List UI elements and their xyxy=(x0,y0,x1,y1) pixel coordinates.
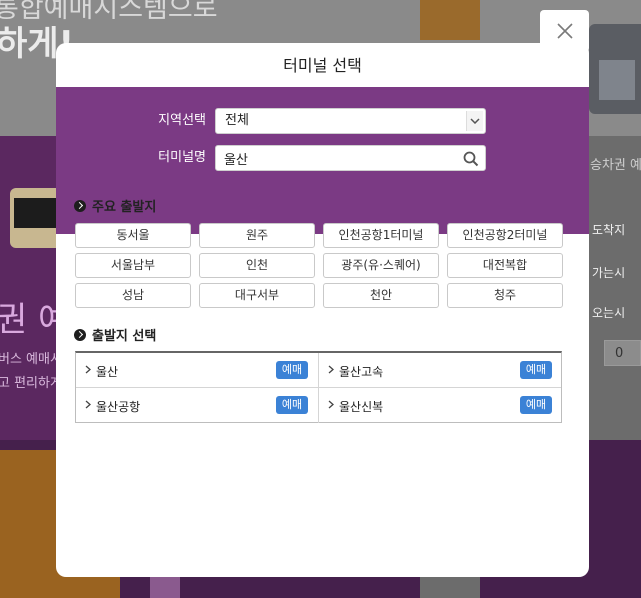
major-departures-title: 주요 출발지 xyxy=(92,200,157,215)
departure-item[interactable]: 울산공항 예매 xyxy=(76,388,319,423)
region-label: 지역선택 xyxy=(158,113,206,128)
background-booking-title: 승차권 예 xyxy=(590,158,641,173)
close-icon xyxy=(557,23,573,39)
chevron-right-icon xyxy=(328,365,334,374)
departure-item[interactable]: 울산신복 예매 xyxy=(319,388,561,423)
major-departure-button[interactable]: 천안 xyxy=(323,283,439,308)
major-departure-button[interactable]: 대구서부 xyxy=(199,283,315,308)
background-bus-image xyxy=(589,24,641,114)
terminal-label: 터미널명 xyxy=(158,150,206,165)
background-logo-block xyxy=(420,0,480,40)
major-departure-button[interactable]: 인천공항2터미널 xyxy=(447,223,563,248)
departure-name: 울산신복 xyxy=(339,400,384,414)
background-hero-title: 통합예매시스템으로 xyxy=(0,0,218,24)
region-select-arrow[interactable] xyxy=(466,111,483,131)
background-booking-count: 0 xyxy=(604,340,641,366)
chevron-right-icon xyxy=(85,365,91,374)
major-departure-button[interactable]: 광주(유·스퀘어) xyxy=(323,253,439,278)
major-departures-heading: 주요 출발지 xyxy=(74,199,156,217)
departure-select-title: 출발지 선택 xyxy=(92,329,157,344)
bullet-arrow-icon xyxy=(74,200,86,212)
chevron-down-icon xyxy=(470,118,480,124)
major-departures-grid: 동서울 원주 인천공항1터미널 인천공항2터미널 서울남부 인천 광주(유·스퀘… xyxy=(75,223,571,308)
background-promo-text2: 고 편리하게 xyxy=(0,376,62,391)
search-icon[interactable] xyxy=(463,151,479,167)
major-departure-button[interactable]: 동서울 xyxy=(75,223,191,248)
reserve-badge[interactable]: 예매 xyxy=(276,361,308,379)
departure-item[interactable]: 울산고속 예매 xyxy=(319,353,561,388)
departure-name: 울산 xyxy=(96,365,119,379)
major-departure-button[interactable]: 대전복합 xyxy=(447,253,563,278)
region-select[interactable]: 전체 xyxy=(215,108,486,134)
terminal-row: 터미널명 xyxy=(56,145,589,171)
background-booking-item: 오는시 xyxy=(592,306,626,320)
terminal-select-modal: 터미널 선택 지역선택 전체 터미널명 울산 주요 출발지 동서울 원주 인천공… xyxy=(56,43,589,577)
major-departure-button[interactable]: 성남 xyxy=(75,283,191,308)
departure-name: 울산고속 xyxy=(339,365,384,379)
departure-select-heading: 출발지 선택 xyxy=(74,328,156,346)
departure-item[interactable]: 울산 예매 xyxy=(76,353,319,388)
major-departure-button[interactable]: 청주 xyxy=(447,283,563,308)
region-select-value: 전체 xyxy=(225,113,249,128)
background-promo-text1: 버스 예매시 xyxy=(0,352,62,367)
region-row: 지역선택 전체 xyxy=(56,108,589,134)
background-booking-item: 도착지 xyxy=(592,223,626,237)
chevron-right-icon xyxy=(85,400,91,409)
background-booking-panel xyxy=(588,136,641,440)
bullet-arrow-icon xyxy=(74,329,86,341)
major-departure-button[interactable]: 인천공항1터미널 xyxy=(323,223,439,248)
major-departure-button[interactable]: 서울남부 xyxy=(75,253,191,278)
major-departure-button[interactable]: 인천 xyxy=(199,253,315,278)
major-departure-button[interactable]: 원주 xyxy=(199,223,315,248)
background-booking-item: 가는시 xyxy=(592,266,626,280)
reserve-badge[interactable]: 예매 xyxy=(520,361,552,379)
terminal-search-field[interactable] xyxy=(215,145,486,171)
modal-title: 터미널 선택 xyxy=(283,56,362,75)
reserve-badge[interactable]: 예매 xyxy=(520,396,552,414)
reserve-badge[interactable]: 예매 xyxy=(276,396,308,414)
departure-table: 울산 예매 울산고속 예매 울산공항 예매 울산신복 예매 xyxy=(75,351,562,423)
terminal-search-input[interactable] xyxy=(224,148,454,168)
chevron-right-icon xyxy=(328,400,334,409)
departure-name: 울산공항 xyxy=(96,400,141,414)
